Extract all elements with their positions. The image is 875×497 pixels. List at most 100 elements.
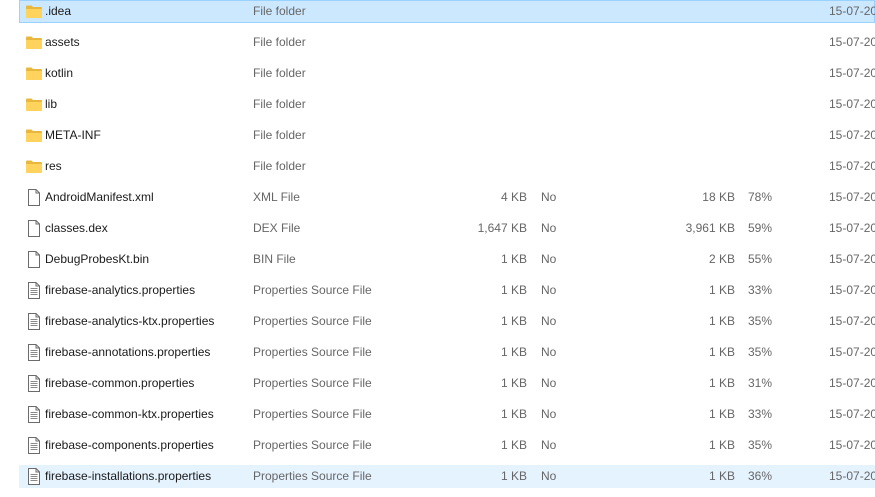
file-name: assets — [45, 35, 80, 49]
file-row[interactable]: classes.dex DEX File 1,647 KB No 3,961 KB 59%… — [19, 217, 875, 240]
file-row[interactable]: kotlin File folder 15-07-20 — [19, 62, 875, 85]
folder-icon — [25, 158, 43, 175]
file-row[interactable]: firebase-analytics.properties Properties … — [19, 279, 875, 302]
file-compressed-size: 1 KB — [708, 345, 735, 359]
file-ratio: 33% — [748, 407, 773, 421]
file-password: No — [541, 407, 557, 421]
file-compressed-size: 1 KB — [708, 314, 735, 328]
file-ratio — [748, 94, 798, 115]
file-size: 1,647 KB — [477, 221, 527, 235]
file-ratio: 35% — [748, 314, 773, 328]
file-size: 1 KB — [500, 407, 527, 421]
file-name: AndroidManifest.xml — [45, 190, 154, 204]
file-size — [420, 32, 527, 53]
file-ratio: 55% — [748, 252, 773, 266]
file-compressed-size — [620, 32, 735, 53]
file-icon — [25, 220, 43, 237]
file-modified-date: 15-07-20 — [829, 97, 875, 111]
file-modified-date: 15-07-20 — [829, 252, 875, 266]
file-name: META-INF — [45, 128, 101, 142]
file-name: firebase-components.properties — [45, 438, 214, 452]
file-compressed-size — [620, 1, 735, 22]
file-size: 1 KB — [500, 314, 527, 328]
file-size: 1 KB — [500, 469, 527, 483]
file-modified-date: 15-07-20 — [829, 35, 875, 49]
file-modified-date: 15-07-20 — [829, 283, 875, 297]
file-compressed-size: 3,961 KB — [685, 221, 735, 235]
file-ratio: 35% — [748, 438, 773, 452]
file-name: firebase-common.properties — [45, 376, 195, 390]
file-row[interactable]: firebase-annotations.properties Propertie… — [19, 341, 875, 364]
file-row[interactable]: META-INF File folder 15-07-20 — [19, 124, 875, 147]
text-file-icon — [25, 468, 43, 485]
file-compressed-size: 2 KB — [708, 252, 735, 266]
file-name: firebase-annotations.properties — [45, 345, 211, 359]
file-name: .idea — [45, 4, 72, 18]
file-row[interactable]: firebase-analytics-ktx.properties Propert… — [19, 310, 875, 333]
file-password: No — [541, 469, 557, 483]
file-row[interactable]: lib File folder 15-07-20 — [19, 93, 875, 116]
folder-icon — [25, 65, 43, 82]
text-file-icon — [25, 406, 43, 423]
file-row[interactable]: DebugProbesKt.bin BIN File 1 KB No 2 KB 55% 15… — [19, 248, 875, 271]
file-compressed-size — [620, 63, 735, 84]
file-modified-date: 15-07-20 — [829, 66, 875, 80]
file-compressed-size — [620, 125, 735, 146]
file-name: lib — [45, 97, 58, 111]
file-ratio: 78% — [748, 190, 773, 204]
file-row[interactable]: res File folder 15-07-20 — [19, 155, 875, 178]
file-modified-date: 15-07-20 — [829, 469, 875, 483]
file-password: No — [541, 314, 557, 328]
file-row[interactable]: AndroidManifest.xml XML File 4 KB No 18 KB 78… — [19, 186, 875, 209]
file-name: res — [45, 159, 62, 173]
file-row[interactable]: firebase-components.properties Properties… — [19, 434, 875, 457]
file-ratio: 33% — [748, 283, 773, 297]
file-name: firebase-installations.properties — [45, 469, 212, 483]
file-row[interactable]: firebase-common.properties Properties Sou… — [19, 372, 875, 395]
file-compressed-size: 1 KB — [708, 469, 735, 483]
text-file-icon — [25, 282, 43, 299]
file-ratio — [748, 63, 798, 84]
file-size — [420, 63, 527, 84]
file-ratio — [748, 156, 798, 177]
file-size — [420, 125, 527, 146]
file-password — [541, 63, 581, 84]
file-modified-date: 15-07-20 — [829, 407, 875, 421]
file-modified-date: 15-07-20 — [829, 159, 875, 173]
file-compressed-size: 1 KB — [708, 283, 735, 297]
file-ratio — [748, 32, 798, 53]
file-password: No — [541, 345, 557, 359]
file-name: firebase-analytics.properties — [45, 283, 196, 297]
file-password: No — [541, 190, 557, 204]
file-size: 1 KB — [500, 345, 527, 359]
file-password — [541, 32, 581, 53]
file-ratio: 36% — [748, 469, 773, 483]
file-password — [541, 94, 581, 115]
file-password: No — [541, 252, 557, 266]
text-file-icon — [25, 375, 43, 392]
folder-icon — [25, 34, 43, 51]
file-size: 1 KB — [500, 438, 527, 452]
file-modified-date: 15-07-20 — [829, 314, 875, 328]
file-compressed-size: 1 KB — [708, 407, 735, 421]
file-password: No — [541, 221, 557, 235]
file-row[interactable]: .idea File folder 15-07-20 — [19, 0, 875, 23]
file-compressed-size: 1 KB — [708, 376, 735, 390]
file-name: firebase-analytics-ktx.properties — [45, 314, 215, 328]
file-icon — [25, 189, 43, 206]
text-file-icon — [25, 344, 43, 361]
file-ratio — [748, 1, 798, 22]
file-row[interactable]: firebase-installations.properties Propert… — [19, 465, 875, 488]
file-compressed-size — [620, 156, 735, 177]
file-row[interactable]: assets File folder 15-07-20 — [19, 31, 875, 54]
file-size — [420, 94, 527, 115]
file-size: 1 KB — [500, 283, 527, 297]
file-row[interactable]: firebase-common-ktx.properties Properties… — [19, 403, 875, 426]
file-modified-date: 15-07-20 — [829, 345, 875, 359]
file-password: No — [541, 438, 557, 452]
file-size: 1 KB — [500, 376, 527, 390]
file-name: firebase-common-ktx.properties — [45, 407, 214, 421]
file-list: .idea File folder 15-07-20 assets File folde… — [0, 0, 875, 497]
file-password — [541, 1, 581, 22]
file-ratio: 59% — [748, 221, 773, 235]
